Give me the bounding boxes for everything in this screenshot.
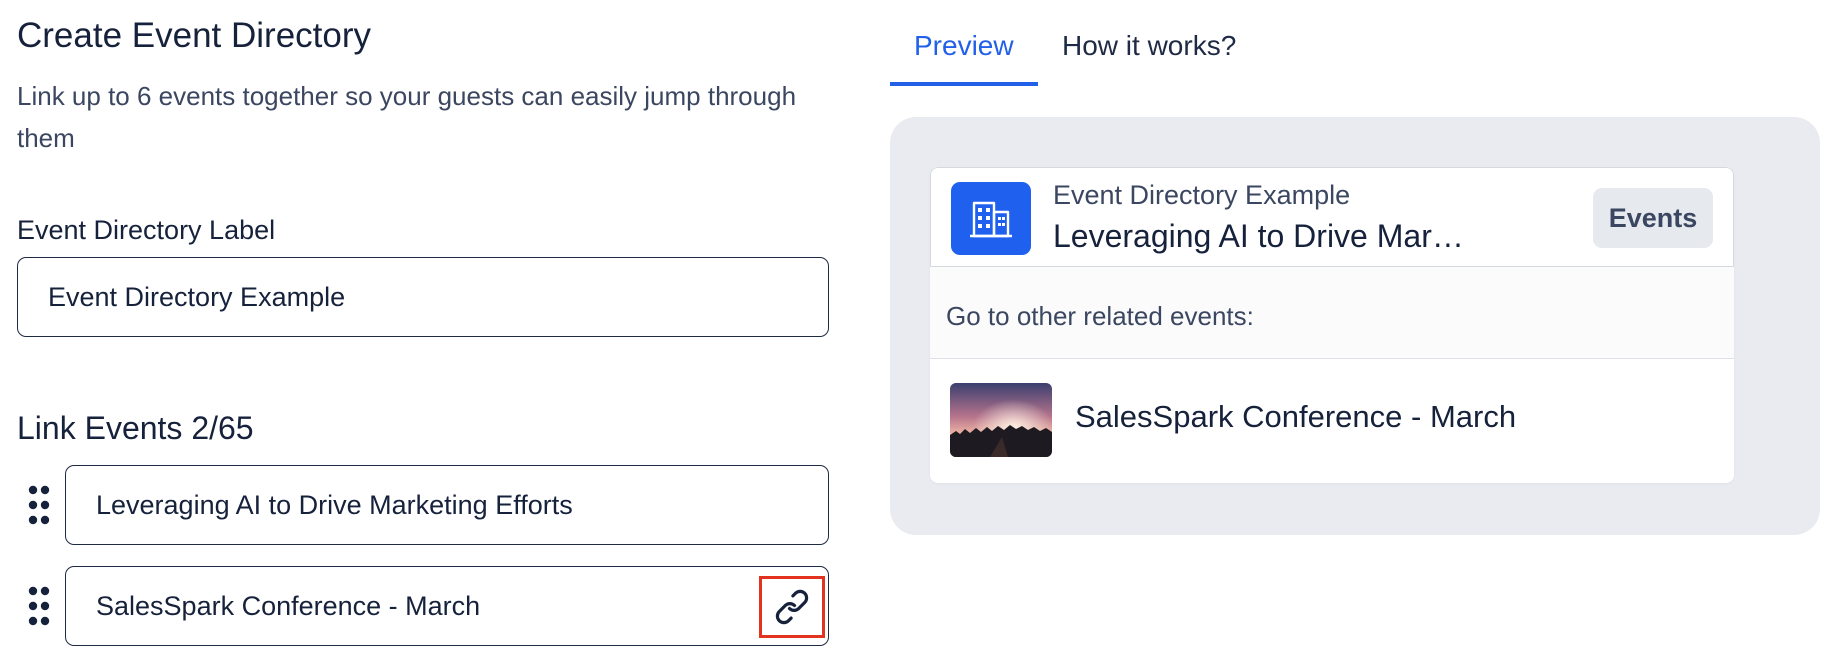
directory-label-input[interactable]: [17, 257, 829, 337]
linked-event-name: SalesSpark Conference - March: [96, 590, 481, 621]
drag-handle-icon[interactable]: [27, 485, 51, 525]
page-title: Create Event Directory: [17, 16, 372, 55]
related-events-header: Go to other related events:: [930, 267, 1734, 359]
tab-preview[interactable]: Preview: [914, 30, 1014, 62]
link-icon: [775, 589, 809, 625]
linked-event-row: SalesSpark Conference - March: [17, 566, 829, 646]
related-events-label: Go to other related events:: [946, 301, 1254, 331]
link-events-heading: Link Events 2/65: [17, 410, 254, 446]
linked-event-name: Leveraging AI to Drive Marketing Efforts: [96, 489, 573, 520]
active-tab-indicator: [890, 82, 1038, 86]
preview-tabs: Preview How it works?: [890, 0, 1390, 88]
preview-card: Event Directory Example Leveraging AI to…: [930, 167, 1734, 483]
tab-how-it-works[interactable]: How it works?: [1062, 30, 1236, 62]
events-button[interactable]: Events: [1593, 188, 1713, 248]
preview-directory-name: Event Directory Example: [1053, 180, 1351, 210]
preview-card-header: Event Directory Example Leveraging AI to…: [930, 167, 1734, 267]
building-icon: [951, 182, 1031, 255]
page-subtitle: Link up to 6 events together so your gue…: [17, 81, 797, 153]
related-event-name: SalesSpark Conference - March: [1075, 399, 1517, 434]
link-event-button[interactable]: [759, 576, 825, 638]
drag-handle-icon[interactable]: [27, 586, 51, 626]
linked-event-field[interactable]: SalesSpark Conference - March: [65, 566, 829, 646]
linked-event-field[interactable]: Leveraging AI to Drive Marketing Efforts: [65, 465, 829, 545]
linked-event-row: Leveraging AI to Drive Marketing Efforts: [17, 465, 829, 545]
event-thumbnail: [950, 383, 1052, 457]
directory-label-field-label: Event Directory Label: [17, 215, 276, 245]
related-event-item[interactable]: SalesSpark Conference - March: [930, 359, 1734, 483]
preview-event-title: Leveraging AI to Drive Mar…: [1053, 218, 1464, 254]
preview-area: Event Directory Example Leveraging AI to…: [890, 117, 1820, 535]
